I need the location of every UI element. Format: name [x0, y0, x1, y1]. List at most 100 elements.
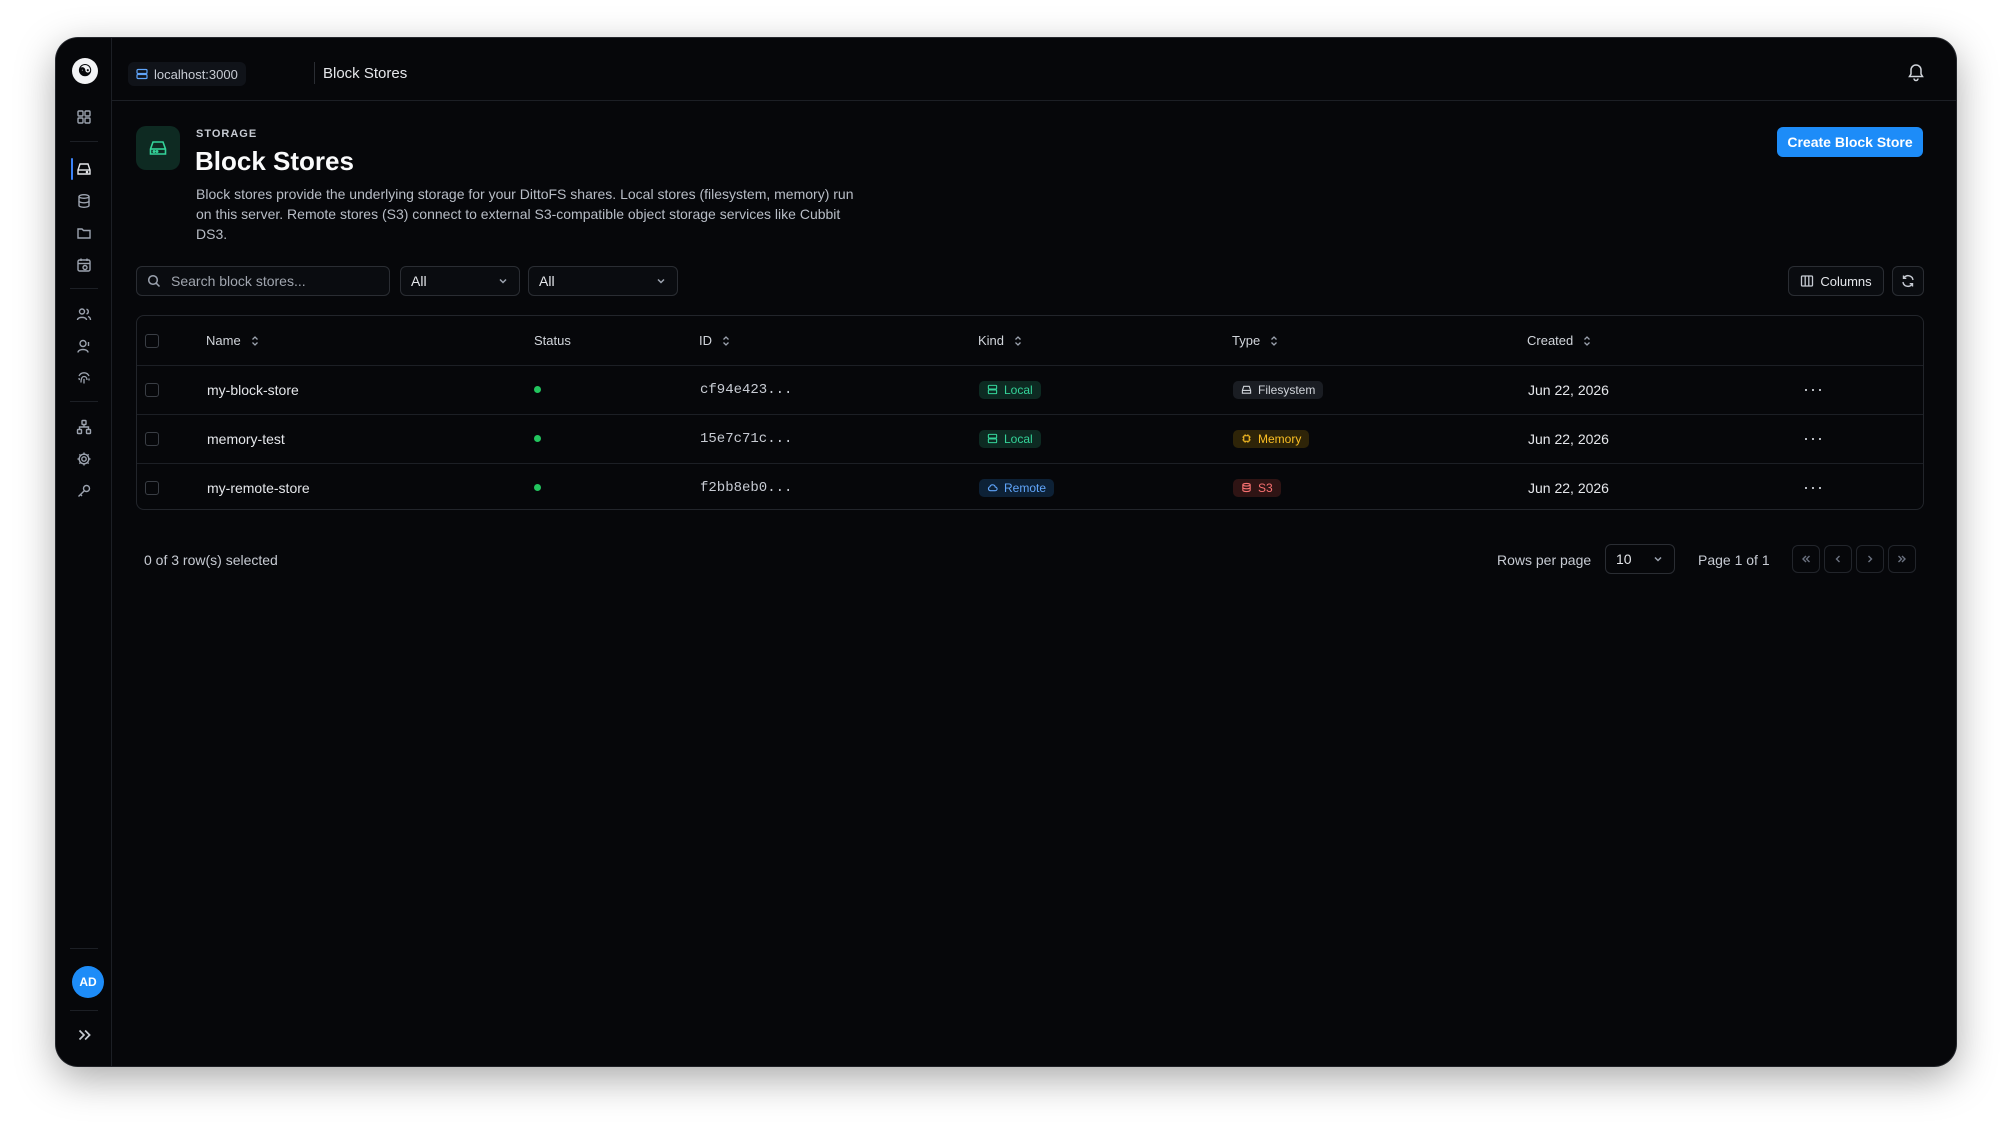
hard-drive-icon[interactable] [70, 157, 98, 181]
calendar-clock-icon[interactable] [70, 253, 98, 277]
row-checkbox[interactable] [145, 480, 159, 495]
app-logo[interactable]: ☯ [72, 58, 98, 84]
cloud-icon [987, 484, 998, 492]
sidebar-divider [70, 401, 98, 402]
search-input[interactable] [169, 272, 373, 290]
row-checkbox-cell[interactable] [145, 463, 159, 509]
last-page-button[interactable] [1888, 545, 1916, 573]
status-dot [534, 484, 541, 491]
type-badge: Filesystem [1233, 380, 1324, 399]
search-box[interactable] [136, 266, 390, 296]
next-page-button[interactable] [1856, 545, 1884, 573]
hard-drive-icon [1241, 385, 1252, 394]
database-icon[interactable] [70, 189, 98, 213]
type-label: Memory [1258, 431, 1302, 446]
rows-per-page-value: 10 [1616, 551, 1632, 567]
row-checkbox-cell[interactable] [145, 414, 159, 463]
sidebar-divider [70, 1010, 98, 1011]
column-label: Kind [978, 333, 1005, 348]
network-icon[interactable] [70, 415, 98, 439]
chevron-left-icon [1835, 555, 1840, 563]
kind-cell: Remote [979, 463, 1055, 509]
first-page-button[interactable] [1792, 545, 1820, 573]
block-stores-table: Name Status ID Kind Type Created my-bloc… [136, 315, 1924, 510]
gear-icon[interactable] [70, 447, 98, 471]
bell-icon[interactable] [1906, 62, 1926, 82]
column-header-type[interactable]: Type [1232, 316, 1280, 365]
refresh-button[interactable] [1892, 266, 1924, 296]
row-actions-icon[interactable]: ··· [1803, 365, 1824, 414]
kind-label: Local [1004, 382, 1033, 397]
chevron-down-icon [1654, 556, 1662, 562]
type-badge: S3 [1233, 478, 1281, 497]
previous-page-button[interactable] [1824, 545, 1852, 573]
user-icon[interactable] [70, 334, 98, 358]
created-date: Jun 22, 2026 [1528, 381, 1609, 398]
dashboard-icon[interactable] [70, 105, 98, 129]
create-block-store-button[interactable]: Create Block Store [1777, 127, 1923, 157]
row-actions-icon[interactable]: ··· [1803, 463, 1824, 509]
top-bar: localhost:3000 Block Stores [112, 38, 1956, 101]
columns-label: Columns [1820, 273, 1872, 289]
store-name[interactable]: memory-test [207, 414, 285, 463]
columns-button[interactable]: Columns [1788, 266, 1884, 296]
sidebar-divider [70, 141, 98, 142]
column-header-kind[interactable]: Kind [978, 316, 1024, 365]
fingerprint-icon[interactable] [70, 366, 98, 390]
page-indicator: Page 1 of 1 [1698, 552, 1770, 568]
row-checkbox[interactable] [145, 382, 159, 397]
kind-badge: Local [979, 380, 1041, 399]
table-row[interactable]: memory-test 15e7c71c... Local Memory Jun… [137, 414, 1923, 464]
table-row[interactable]: my-block-store cf94e423... Local Filesys… [137, 365, 1923, 415]
row-actions-icon[interactable]: ··· [1803, 414, 1824, 463]
chevron-right-icon [1868, 555, 1873, 563]
store-name[interactable]: my-remote-store [207, 463, 310, 509]
chevron-down-icon [657, 278, 665, 284]
type-cell: S3 [1233, 463, 1281, 509]
key-icon[interactable] [70, 479, 98, 503]
store-id: f2bb8eb0... [700, 479, 793, 496]
users-icon[interactable] [70, 302, 98, 326]
type-filter-select[interactable]: All [528, 266, 678, 296]
table-row[interactable]: my-remote-store f2bb8eb0... Remote S3 Ju… [137, 463, 1923, 509]
created-date: Jun 22, 2026 [1528, 479, 1609, 496]
column-header-id[interactable]: ID [699, 316, 732, 365]
host-chip[interactable]: localhost:3000 [128, 62, 246, 86]
column-label: Created [1527, 333, 1574, 348]
column-label: Status [534, 333, 571, 348]
type-filter-value: All [539, 273, 555, 289]
status-dot [534, 435, 541, 442]
folder-icon[interactable] [70, 221, 98, 245]
column-header-name[interactable]: Name [206, 316, 261, 365]
expand-sidebar-icon[interactable] [75, 1026, 93, 1044]
select-all-checkbox-cell[interactable] [145, 316, 159, 365]
type-label: S3 [1258, 480, 1273, 495]
status-cell [534, 414, 541, 463]
type-badge: Memory [1233, 429, 1310, 448]
column-label: Name [206, 333, 241, 348]
kind-cell: Local [979, 365, 1041, 414]
store-id: 15e7c71c... [700, 430, 793, 447]
sort-icon [251, 335, 258, 346]
row-checkbox[interactable] [145, 431, 159, 446]
sidebar-divider [70, 948, 98, 949]
created-date: Jun 22, 2026 [1528, 430, 1609, 447]
user-avatar[interactable]: AD [72, 966, 104, 998]
hard-drive-icon [136, 126, 180, 170]
kind-filter-select[interactable]: All [400, 266, 520, 296]
column-header-status: Status [534, 316, 571, 365]
column-header-created[interactable]: Created [1527, 316, 1593, 365]
host-label: localhost:3000 [154, 66, 238, 82]
kind-badge: Remote [979, 478, 1055, 497]
table-header-row: Name Status ID Kind Type Created [137, 316, 1923, 366]
columns-icon [1801, 275, 1814, 287]
server-icon [136, 68, 148, 80]
select-all-checkbox[interactable] [145, 333, 159, 348]
rows-per-page-label: Rows per page [1497, 552, 1592, 568]
store-name[interactable]: my-block-store [207, 365, 299, 414]
row-checkbox-cell[interactable] [145, 365, 159, 414]
rows-per-page-select[interactable]: 10 [1605, 544, 1675, 574]
breadcrumb: Block Stores [323, 65, 408, 82]
type-cell: Memory [1233, 414, 1310, 463]
sidebar-divider [70, 288, 98, 289]
